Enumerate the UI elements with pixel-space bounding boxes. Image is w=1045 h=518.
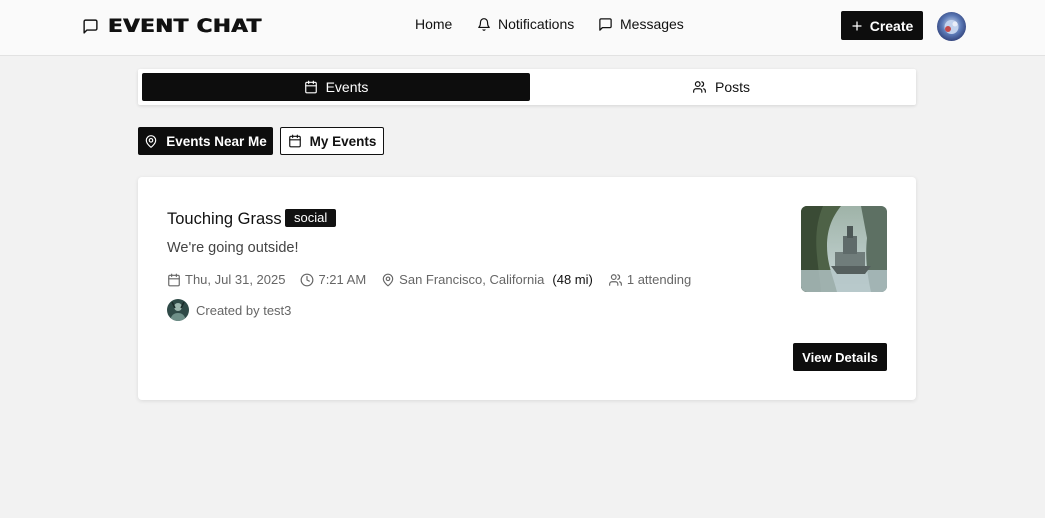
my-events-label: My Events (309, 133, 377, 149)
event-title: Touching Grass (167, 210, 282, 228)
user-avatar[interactable] (937, 12, 966, 41)
nav-home-link[interactable]: Home (415, 16, 452, 32)
event-date: Thu, Jul 31, 2025 (167, 272, 285, 287)
calendar-icon (288, 134, 302, 148)
event-meta: Thu, Jul 31, 2025 7:21 AM San Francisco,… (167, 272, 706, 287)
event-description: We're going outside! (167, 240, 299, 256)
clock-icon (300, 273, 314, 287)
nav-notifications-link[interactable]: Notifications (477, 16, 574, 32)
map-pin-icon (381, 273, 395, 287)
users-icon (692, 80, 707, 94)
event-time: 7:21 AM (300, 272, 366, 287)
message-square-icon (598, 17, 613, 32)
event-card: Touching Grass social We're going outsid… (138, 177, 916, 400)
nav-messages-link[interactable]: Messages (598, 16, 684, 32)
content-tabs: Events Posts (138, 69, 916, 105)
message-square-icon (82, 18, 99, 35)
view-details-button[interactable]: View Details (793, 343, 887, 371)
plus-icon (851, 20, 863, 32)
event-location-text: San Francisco, California (399, 272, 545, 287)
tab-posts-label: Posts (714, 79, 750, 95)
map-pin-icon (144, 134, 158, 149)
event-category-badge: social (285, 209, 337, 227)
event-time-text: 7:21 AM (318, 272, 367, 287)
create-button-label: Create (869, 17, 914, 34)
top-navigation-bar: EVENT CHAT Home Notifications Messages C… (0, 0, 1045, 56)
event-image (801, 206, 887, 292)
event-location: San Francisco, California (48 mi) (381, 272, 593, 287)
event-date-text: Thu, Jul 31, 2025 (185, 272, 286, 287)
events-near-me-label: Events Near Me (166, 133, 267, 149)
users-icon (608, 273, 623, 287)
event-creator: Created by test3 (167, 299, 291, 321)
calendar-icon (304, 80, 318, 94)
nav-notifications-label: Notifications (498, 16, 575, 32)
bell-icon (477, 17, 491, 32)
nav-home-label: Home (415, 16, 453, 32)
creator-avatar[interactable] (167, 299, 189, 321)
event-distance: (48 mi) (552, 272, 593, 287)
create-button[interactable]: Create (841, 11, 923, 40)
event-attendance-text: 1 attending (626, 272, 692, 287)
calendar-icon (167, 273, 181, 287)
brand-title: EVENT CHAT (108, 15, 262, 37)
events-near-me-button[interactable]: Events Near Me (138, 127, 273, 155)
event-attendance: 1 attending (608, 272, 691, 287)
nav-messages-label: Messages (620, 16, 684, 32)
tab-posts[interactable]: Posts (530, 73, 912, 101)
my-events-button[interactable]: My Events (280, 127, 384, 155)
tab-events[interactable]: Events (142, 73, 530, 101)
creator-label: Created by test3 (196, 302, 292, 318)
brand-logo[interactable]: EVENT CHAT (82, 15, 261, 37)
tab-events-label: Events (325, 79, 369, 95)
